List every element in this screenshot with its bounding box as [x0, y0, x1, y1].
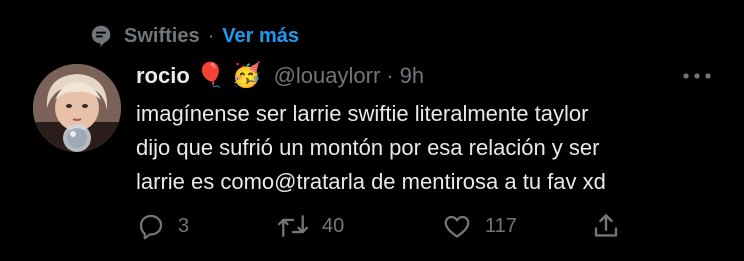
- share-button[interactable]: [591, 206, 621, 246]
- avatar[interactable]: [33, 64, 121, 152]
- retweet-icon: [277, 215, 309, 237]
- party-face-emoji: 🥳: [231, 62, 262, 89]
- community-context-text: Swifties · Ver más: [124, 25, 299, 48]
- share-icon: [594, 214, 618, 237]
- tweet-text-line: dijo que sufrió un montón por esa relaci…: [136, 135, 600, 160]
- reply-button[interactable]: 3: [136, 206, 189, 246]
- context-separator: ·: [207, 24, 215, 47]
- tweet-header: rocio 🎈 🥳 @louaylorr · 9h: [136, 58, 424, 94]
- tweet-actions: 3 40 117: [136, 206, 636, 246]
- retweet-count: 40: [322, 214, 345, 237]
- reply-icon: [139, 214, 163, 240]
- community-icon: [88, 23, 114, 49]
- tweet-text-line: larrie es como@tratarla de mentirosa a t…: [136, 169, 606, 194]
- community-name[interactable]: Swifties: [124, 25, 200, 48]
- community-context-row: Swifties · Ver más: [88, 20, 299, 52]
- retweet-button[interactable]: 40: [276, 206, 344, 246]
- meta-separator: ·: [386, 63, 394, 88]
- display-name[interactable]: rocio: [136, 63, 190, 89]
- more-options-button[interactable]: [680, 66, 714, 86]
- reply-count: 3: [178, 214, 190, 237]
- heart-icon: [444, 215, 470, 238]
- see-more-link[interactable]: Ver más: [222, 25, 299, 48]
- like-button[interactable]: 117: [441, 206, 517, 246]
- user-handle[interactable]: @louaylorr: [274, 63, 381, 89]
- like-count: 117: [485, 214, 517, 237]
- tweet-text-line: imagínense ser larrie swiftie literalmen…: [136, 101, 589, 126]
- tweet-text: imagínense ser larrie swiftie literalmen…: [136, 97, 726, 199]
- more-dots-icon: [683, 73, 711, 79]
- balloon-emoji: 🎈: [195, 62, 226, 89]
- timestamp[interactable]: 9h: [400, 63, 424, 89]
